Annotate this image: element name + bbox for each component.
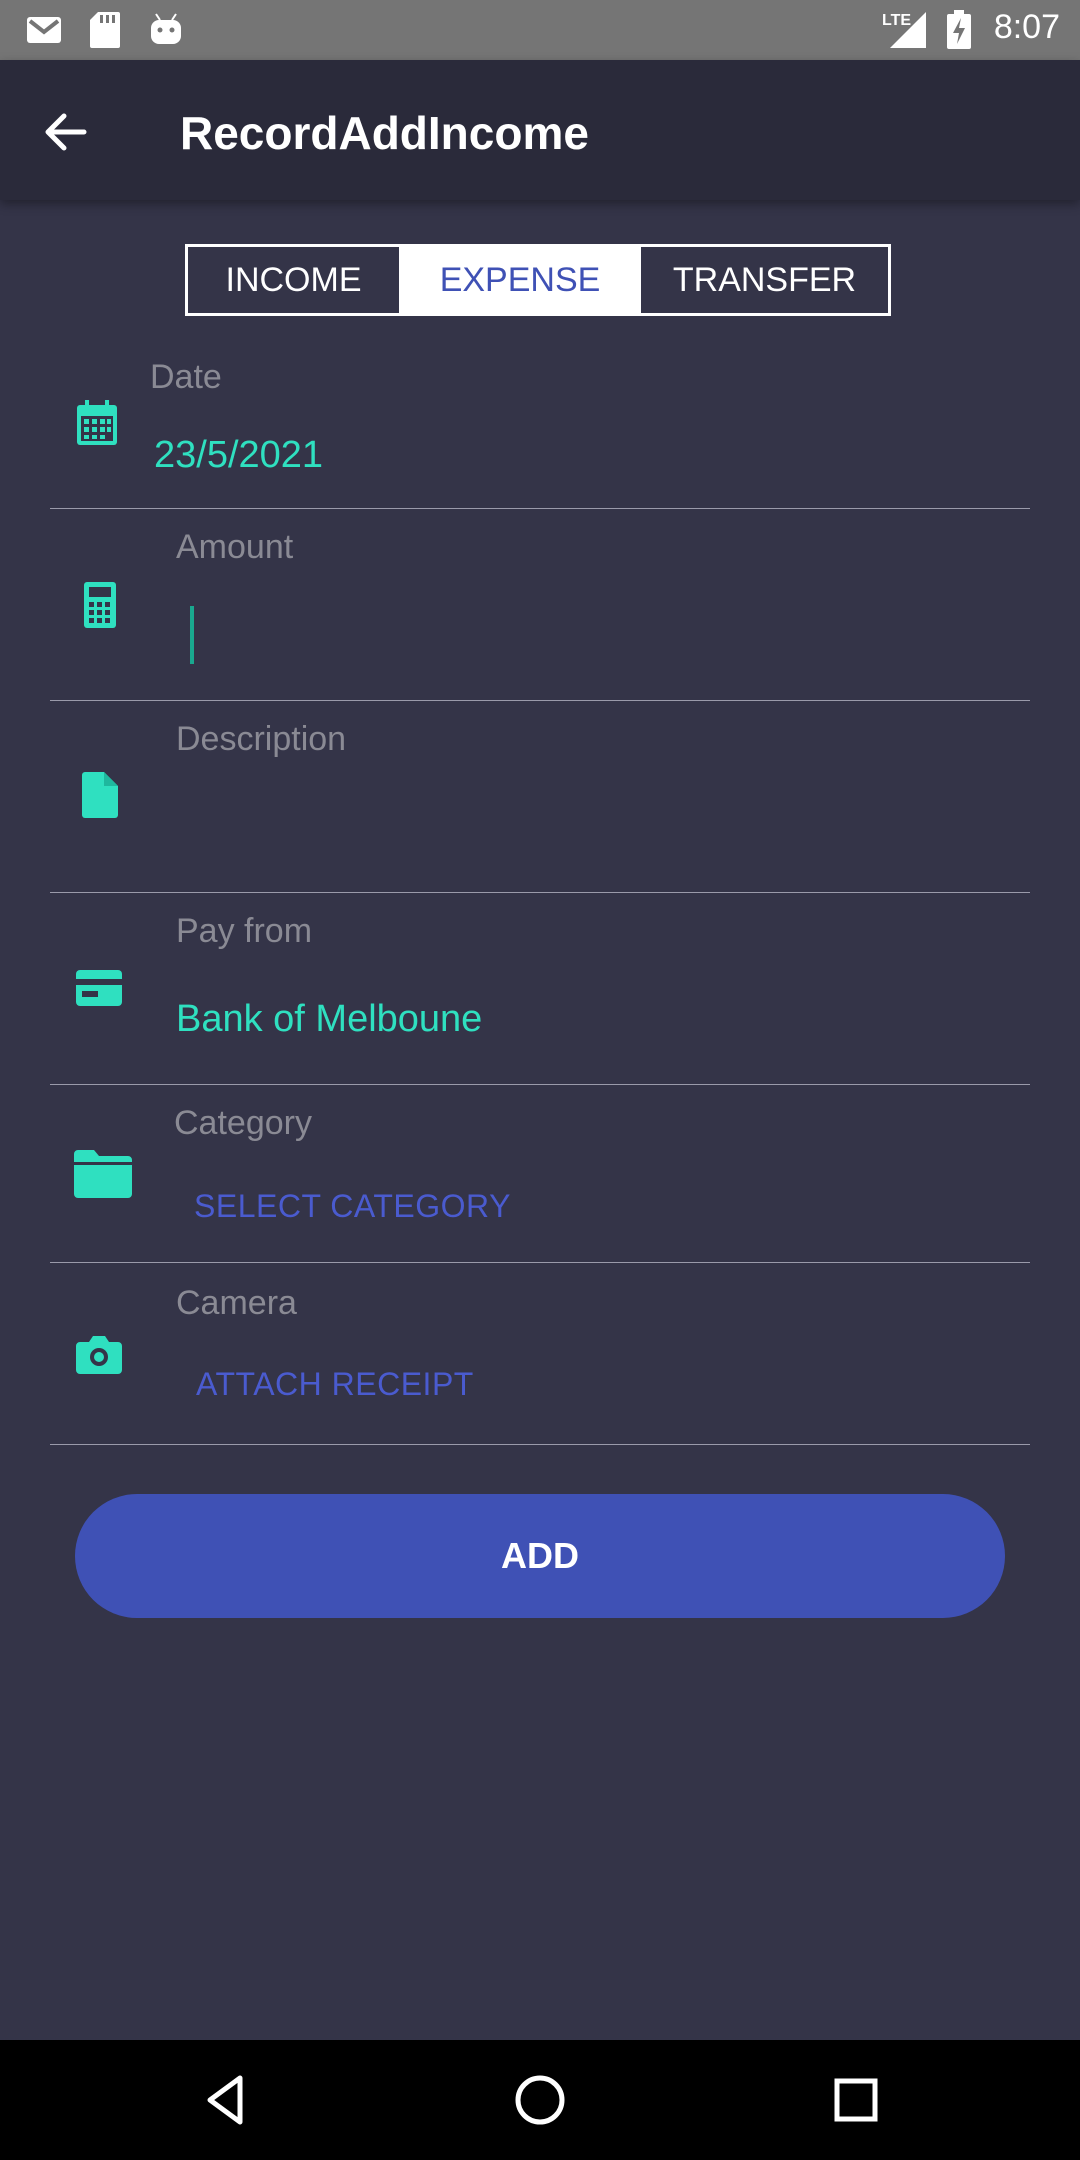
recents-square-icon[interactable] — [826, 2070, 886, 2130]
sd-card-icon — [90, 12, 120, 48]
tab-expense[interactable]: EXPENSE — [402, 247, 638, 313]
tab-transfer[interactable]: TRANSFER — [638, 247, 888, 313]
amount-input[interactable] — [190, 602, 990, 662]
home-circle-icon[interactable] — [510, 2070, 570, 2130]
status-time: 8:07 — [993, 8, 1060, 46]
category-label: Category — [174, 1104, 312, 1142]
credit-card-icon — [76, 970, 122, 1006]
amount-label: Amount — [176, 528, 294, 566]
date-label: Date — [150, 358, 222, 396]
navigation-bar — [0, 2040, 1080, 2160]
add-button[interactable]: ADD — [75, 1494, 1005, 1618]
date-value[interactable]: 23/5/2021 — [154, 434, 323, 477]
type-tabs: INCOME EXPENSE TRANSFER — [185, 244, 891, 316]
android-icon — [151, 13, 181, 44]
pay-from-value[interactable]: Bank of Melboune — [176, 998, 482, 1041]
back-triangle-icon[interactable] — [196, 2070, 256, 2130]
calculator-icon — [84, 582, 116, 628]
date-row[interactable]: Date 23/5/2021 — [50, 350, 1030, 509]
arrow-back-icon[interactable] — [36, 102, 96, 162]
text-cursor — [190, 606, 194, 664]
description-label: Description — [176, 720, 347, 758]
gmail-icon — [27, 17, 61, 43]
app-bar: RecordAddIncome — [0, 60, 1080, 200]
calendar-icon — [77, 400, 117, 445]
description-input[interactable] — [190, 794, 990, 854]
camera-label: Camera — [176, 1284, 297, 1322]
description-row: Description — [50, 700, 1030, 893]
camera-icon — [76, 1336, 122, 1374]
page-title: RecordAddIncome — [180, 107, 589, 159]
pay-from-label: Pay from — [176, 912, 313, 950]
tab-income[interactable]: INCOME — [188, 247, 402, 313]
attach-receipt-button[interactable]: ATTACH RECEIPT — [196, 1366, 474, 1403]
pay-from-row[interactable]: Pay from Bank of Melboune — [50, 892, 1030, 1085]
status-bar: LTE 8:07 — [0, 0, 1080, 60]
camera-row: Camera ATTACH RECEIPT — [50, 1262, 1030, 1445]
amount-row: Amount — [50, 508, 1030, 701]
category-row: Category SELECT CATEGORY — [50, 1084, 1030, 1263]
folder-icon — [74, 1150, 132, 1198]
signal-icon — [890, 12, 926, 48]
select-category-button[interactable]: SELECT CATEGORY — [194, 1188, 511, 1225]
document-icon — [82, 772, 118, 818]
battery-charging-icon — [947, 10, 971, 49]
